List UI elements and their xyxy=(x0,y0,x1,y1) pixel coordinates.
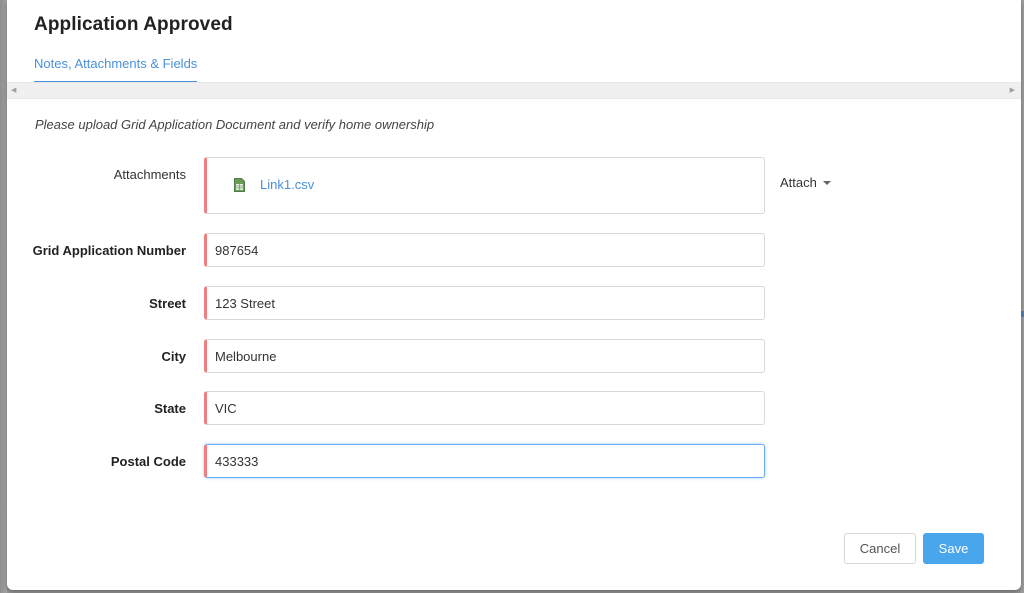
postal-code-label: Postal Code xyxy=(110,454,186,469)
caret-down-icon xyxy=(822,180,831,185)
attachment-file-link[interactable]: Link1.csv xyxy=(260,177,314,192)
state-label: State xyxy=(154,401,186,416)
save-button[interactable]: Save xyxy=(923,533,984,564)
dialog-title: Application Approved xyxy=(34,14,233,35)
street-input[interactable] xyxy=(204,286,765,320)
horizontal-scrollbar[interactable]: ◀ ▶ xyxy=(7,82,1021,99)
grid-application-number-label: Grid Application Number xyxy=(32,243,186,258)
attachments-label: Attachments xyxy=(113,167,186,182)
application-approved-dialog: Application Approved Notes, Attachments … xyxy=(7,0,1021,590)
postal-code-input[interactable] xyxy=(204,444,765,478)
city-label: City xyxy=(161,349,186,364)
scroll-left-arrow-icon[interactable]: ◀ xyxy=(11,87,16,95)
scroll-right-arrow-icon[interactable]: ▶ xyxy=(1010,87,1015,95)
attach-button-label: Attach xyxy=(780,175,817,190)
grid-application-number-input[interactable] xyxy=(204,233,765,267)
page-backdrop xyxy=(0,0,7,593)
tab-bar: Notes, Attachments & Fields xyxy=(34,56,1021,82)
dialog-header: Application Approved Notes, Attachments … xyxy=(7,0,1021,82)
attachment-file[interactable]: Link1.csv xyxy=(234,177,314,192)
spreadsheet-file-icon xyxy=(234,177,245,192)
street-label: Street xyxy=(149,296,186,311)
city-input[interactable] xyxy=(204,339,765,373)
attachments-box: Link1.csv xyxy=(204,157,765,214)
tab-notes-attachments-fields[interactable]: Notes, Attachments & Fields xyxy=(34,56,198,82)
state-input[interactable] xyxy=(204,391,765,425)
instructions-text: Please upload Grid Application Document … xyxy=(35,117,435,132)
cancel-button[interactable]: Cancel xyxy=(844,533,916,564)
attach-dropdown-button[interactable]: Attach xyxy=(780,175,831,190)
